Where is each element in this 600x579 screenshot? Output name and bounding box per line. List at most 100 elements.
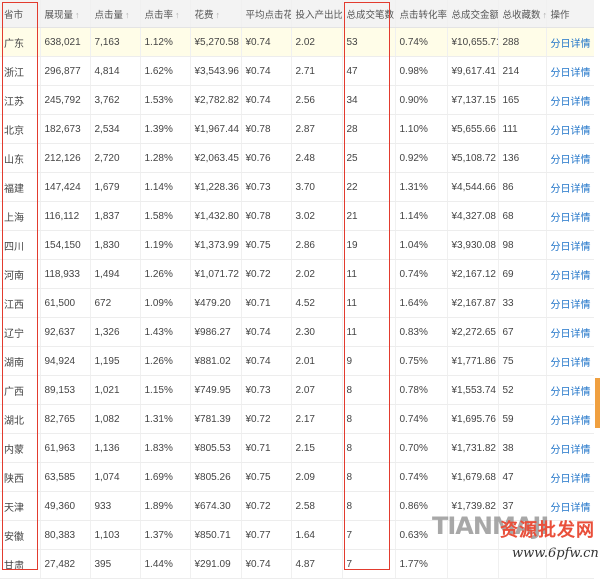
daily-detail-link[interactable]: 分日详情 [551,97,591,108]
daily-detail-link[interactable]: 分日详情 [551,474,591,485]
table-cell: 94,924 [39,346,90,376]
table-cell: 0.90% [394,85,447,115]
table-cell: 61,500 [39,288,90,318]
table-cell: 1,837 [89,201,140,231]
table-cell: 212,126 [39,143,90,173]
table-cell: 2.48 [290,143,342,173]
table-cell: 2.07 [290,375,342,405]
column-header-label: 展现量 [44,9,74,21]
table-cell: 1.62% [139,56,190,86]
table-cell: 0.70% [394,433,447,463]
column-header-7[interactable]: 总成交笔数↓ [341,0,395,28]
daily-detail-link[interactable]: 分日详情 [551,271,591,282]
table-cell: ¥1,071.72 [189,259,241,289]
table-cell: 2.86 [290,230,342,260]
table-cell: 0.92% [394,143,447,173]
table-cell: ¥10,655.71 [446,27,498,57]
table-cell: ¥1,228.36 [189,172,241,202]
daily-detail-link[interactable]: 分日详情 [551,503,591,514]
table-row: 广西 89,153 1,021 1.15% ¥749.95 ¥0.73 2.07 8 0.78%… [0,375,594,405]
column-header-label: 点击量 [94,9,124,21]
daily-detail-link[interactable]: 分日详情 [551,39,591,50]
table-cell: 0.98% [394,56,447,86]
sort-arrow-icon[interactable]: ↑ [75,10,80,20]
table-cell: 7 [341,549,395,579]
table-cell: 69 [497,259,546,289]
table-cell: 22 [341,172,395,202]
table-cell: 2.30 [290,317,342,347]
table-cell: 27,482 [39,549,90,579]
table-cell: 0.74% [394,404,447,434]
sort-arrow-icon[interactable]: ↑ [175,10,180,20]
column-header-6[interactable]: 投入产出比↑ [290,0,342,28]
sort-arrow-icon[interactable]: ↑ [543,10,546,20]
table-cell: ¥7,137.15 [446,85,498,115]
column-header-10[interactable]: 总收藏数↑ [497,0,546,28]
table-cell: 安徽 [0,520,40,550]
sort-arrow-icon[interactable]: ↑ [125,10,130,20]
column-header-label: 总收藏数 [502,9,541,21]
table-cell: 1.77% [394,549,447,579]
table-cell: ¥1,373.99 [189,230,241,260]
table-cell: 1.12% [139,27,190,57]
daily-detail-link[interactable]: 分日详情 [551,155,591,166]
action-cell [545,549,594,579]
sort-arrow-icon[interactable]: ↑ [216,10,221,20]
table-cell: 1,103 [89,520,140,550]
table-cell: 0.74% [394,27,447,57]
table-cell: 1.43% [139,317,190,347]
table-cell: 2.17 [290,404,342,434]
column-header-9[interactable]: 总成交金额↑ [446,0,498,28]
table-cell: 1,326 [89,317,140,347]
table-cell: 52 [497,375,546,405]
daily-detail-link[interactable]: 分日详情 [551,300,591,311]
table-cell: 19 [341,230,395,260]
table-cell: 8 [341,462,395,492]
table-cell: 37 [497,491,546,521]
daily-detail-link[interactable]: 分日详情 [551,68,591,79]
daily-detail-link[interactable]: 分日详情 [551,445,591,456]
table-cell: 38 [497,433,546,463]
column-header-4[interactable]: 花费 ↑ [189,0,241,28]
action-cell: 分日详情 [545,375,594,405]
daily-detail-link[interactable]: 分日详情 [551,213,591,224]
table-cell: 1.26% [139,346,190,376]
table-cell: 四川 [0,230,40,260]
daily-detail-link[interactable]: 分日详情 [551,242,591,253]
column-header-3[interactable]: 点击率 ↑ [139,0,190,28]
column-header-2[interactable]: 点击量 ↑ [89,0,140,28]
table-cell: 0.75% [394,346,447,376]
table-cell: 0.63% [394,520,447,550]
table-cell: 1,021 [89,375,140,405]
column-header-8[interactable]: 点击转化率↑ [394,0,447,28]
table-cell: ¥9,617.41 [446,56,498,86]
table-cell: ¥0.71 [240,288,291,318]
table-cell: 1.28% [139,143,190,173]
table-cell: 68 [497,201,546,231]
table-row: 安徽 80,383 1,103 1.37% ¥850.71 ¥0.77 1.64 7 0.63% [0,520,594,550]
daily-detail-link[interactable]: 分日详情 [551,416,591,427]
table-cell: ¥850.71 [189,520,241,550]
daily-detail-link[interactable]: 分日详情 [551,329,591,340]
table-cell: ¥2,272.65 [446,317,498,347]
column-header-label: 花费 [194,9,214,21]
daily-detail-link[interactable]: 分日详情 [551,184,591,195]
table-cell: 1,136 [89,433,140,463]
table-cell: ¥291.09 [189,549,241,579]
daily-detail-link[interactable]: 分日详情 [551,358,591,369]
table-cell: 33 [497,288,546,318]
column-header-label: 省市 [4,9,24,21]
daily-detail-link[interactable]: 分日详情 [551,387,591,398]
column-header-1[interactable]: 展现量 ↑ [39,0,90,28]
table-cell: 1,494 [89,259,140,289]
column-header-5[interactable]: 平均点击花费↑ [240,0,291,28]
table-cell: 7,163 [89,27,140,57]
table-cell: 2.02 [290,259,342,289]
region-report-table: 省市展现量↑点击量↑点击率↑花费↑平均点击花费↑投入产出比↑总成交笔数↓点击转化… [0,0,594,579]
table-cell: 2,534 [89,114,140,144]
table-cell: 82,765 [39,404,90,434]
daily-detail-link[interactable]: 分日详情 [551,126,591,137]
feedback-side-tab[interactable] [595,378,600,428]
table-cell: 288 [497,27,546,57]
table-cell: 59 [497,404,546,434]
